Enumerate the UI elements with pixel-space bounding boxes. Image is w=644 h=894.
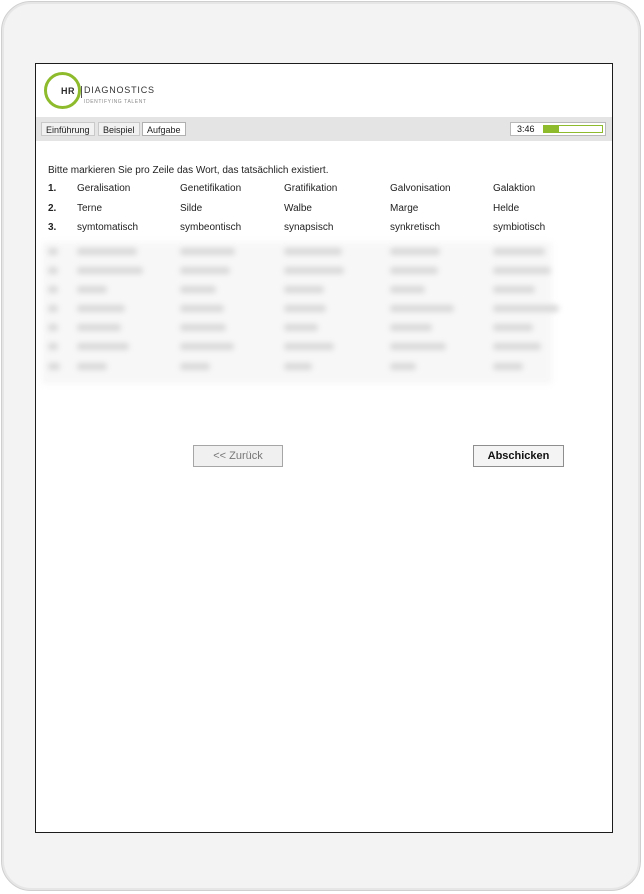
timer-text: 3:46 <box>517 124 535 134</box>
toolbar: Einführung Beispiel Aufgabe 3:46 <box>36 117 612 141</box>
answer-option[interactable]: symbiotisch <box>493 222 545 233</box>
answer-option[interactable]: Marge <box>390 203 418 214</box>
submit-button[interactable]: Abschicken <box>473 445 564 467</box>
blurred-question-rows <box>42 242 559 384</box>
answer-option[interactable]: Helde <box>493 203 519 214</box>
answer-option[interactable]: symbeontisch <box>180 222 241 233</box>
answer-option[interactable]: Terne <box>77 203 102 214</box>
row-number: 2. <box>48 203 57 214</box>
logo-tagline: IDENTIFYING TALENT <box>84 99 147 105</box>
tab-beispiel[interactable]: Beispiel <box>98 122 140 136</box>
answer-option[interactable]: Genetifikation <box>180 183 241 194</box>
tab-aufgabe[interactable]: Aufgabe <box>142 122 186 136</box>
row-number: 3. <box>48 222 57 233</box>
logo-name: DIAGNOSTICS <box>84 85 155 95</box>
answer-option[interactable]: Walbe <box>284 203 312 214</box>
answer-option[interactable]: Galvonisation <box>390 183 451 194</box>
answer-option[interactable]: Silde <box>180 203 202 214</box>
logo-divider <box>81 86 82 98</box>
answer-option[interactable]: Geralisation <box>77 183 130 194</box>
timer-progress-fill <box>544 126 559 132</box>
answer-option[interactable]: Gratifikation <box>284 183 337 194</box>
tablet-frame: HR DIAGNOSTICS IDENTIFYING TALENT Einfüh… <box>1 1 641 891</box>
instruction-text: Bitte markieren Sie pro Zeile das Wort, … <box>48 165 329 176</box>
logo-initials: HR <box>61 86 75 96</box>
timer-progress-bar <box>543 125 603 133</box>
answer-option[interactable]: symtomatisch <box>77 222 138 233</box>
back-button[interactable]: << Zurück <box>193 445 283 467</box>
tab-einfuehrung[interactable]: Einführung <box>41 122 95 136</box>
app-screen: HR DIAGNOSTICS IDENTIFYING TALENT Einfüh… <box>35 63 613 833</box>
row-number: 1. <box>48 183 57 194</box>
answer-option[interactable]: synkretisch <box>390 222 440 233</box>
answer-option[interactable]: synapsisch <box>284 222 333 233</box>
answer-option[interactable]: Galaktion <box>493 183 535 194</box>
timer: 3:46 <box>510 122 606 136</box>
